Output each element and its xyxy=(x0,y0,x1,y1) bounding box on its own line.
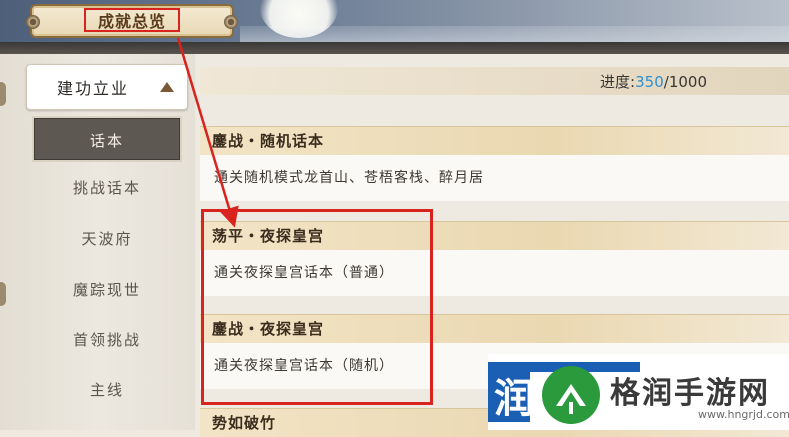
watermark: 润 格润手游网 www.hngrjd.com xyxy=(488,354,789,430)
watermark-url: www.hngrjd.com xyxy=(698,408,789,421)
watermark-badge: 润 xyxy=(488,362,534,422)
arrow-line xyxy=(176,37,239,228)
watermark-name: 格润手游网 xyxy=(610,376,770,411)
watermark-badge-char: 润 xyxy=(494,376,534,422)
leaf-logo-icon xyxy=(542,366,600,424)
